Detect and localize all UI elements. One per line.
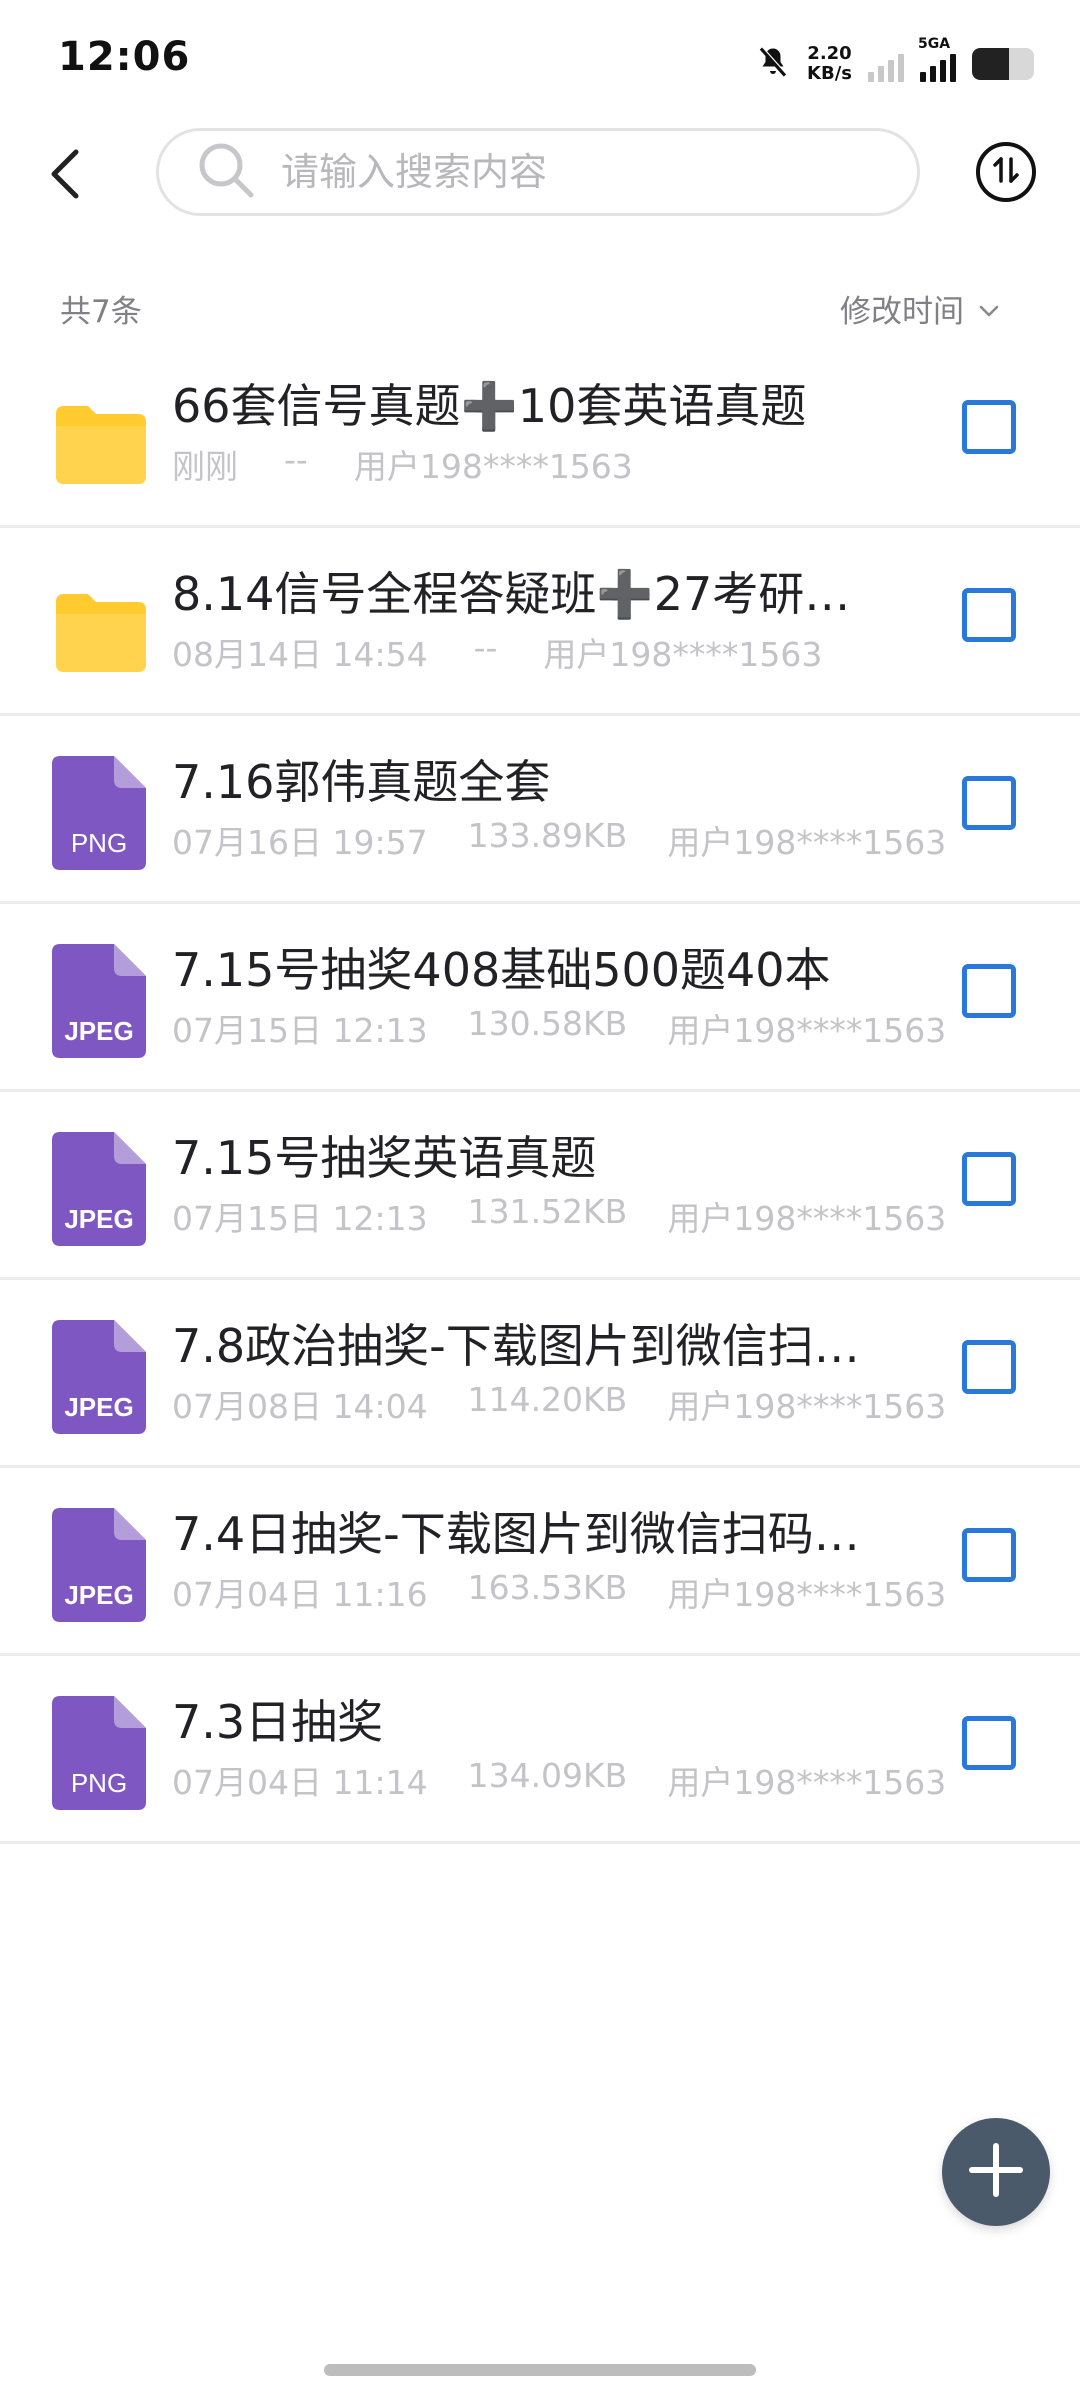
folder-icon — [52, 568, 148, 682]
file-name: 7.8政治抽奖-下载图片到微信扫… — [172, 1319, 860, 1373]
file-meta: 07月04日 11:16 163.53KB 用户198****1563 — [172, 1568, 952, 1616]
file-type-label: JPEG — [64, 1204, 133, 1234]
file-meta: 07月16日 19:57 133.89KB 用户198****1563 — [172, 816, 952, 864]
file-owner: 用户198****1563 — [667, 1011, 947, 1050]
select-checkbox[interactable] — [962, 1528, 1016, 1582]
file-owner: 用户198****1563 — [667, 1763, 947, 1802]
net-speed-unit: KB/s — [807, 63, 852, 84]
file-meta: 07月08日 14:04 114.20KB 用户198****1563 — [172, 1380, 952, 1428]
file-row[interactable]: JPEG 7.4日抽奖-下载图片到微信扫码… 07月04日 11:16 163.… — [0, 1468, 1080, 1656]
search-input[interactable] — [279, 149, 843, 195]
plus-icon — [966, 2140, 1026, 2204]
chevron-left-icon — [44, 146, 88, 206]
add-button[interactable] — [942, 2118, 1050, 2226]
file-owner: 用户198****1563 — [667, 1387, 947, 1426]
chevron-down-icon — [978, 291, 1000, 327]
network-type: 5GA — [918, 36, 951, 52]
file-type-label: PNG — [71, 828, 127, 858]
sort-button[interactable] — [976, 142, 1036, 202]
image-file-icon: JPEG — [52, 1508, 148, 1622]
home-indicator[interactable] — [324, 2364, 756, 2376]
sort-icon — [989, 153, 1023, 191]
file-owner: 用户198****1563 — [667, 1199, 947, 1238]
file-meta: 07月04日 11:14 134.09KB 用户198****1563 — [172, 1756, 952, 1804]
image-file-icon: JPEG — [52, 1320, 148, 1434]
back-button[interactable] — [36, 146, 96, 206]
file-size: -- — [473, 628, 498, 667]
file-date: 07月04日 11:14 — [172, 1763, 428, 1802]
file-row[interactable]: 8.14信号全程答疑班➕27考研… 08月14日 14:54 -- 用户198*… — [0, 528, 1080, 716]
file-type-label: JPEG — [64, 1580, 133, 1610]
file-list: 66套信号真题➕10套英语真题 刚刚 -- 用户198****1563 8.14… — [0, 340, 1080, 1844]
file-row[interactable]: JPEG 7.15号抽奖英语真题 07月15日 12:13 131.52KB 用… — [0, 1092, 1080, 1280]
status-icons: 2.20 KB/s 5GA — [755, 36, 1034, 90]
select-checkbox[interactable] — [962, 1340, 1016, 1394]
select-checkbox[interactable] — [962, 400, 1016, 454]
file-name: 7.16郭伟真题全套 — [172, 755, 551, 809]
select-checkbox[interactable] — [962, 1152, 1016, 1206]
list-meta: 共7条 修改时间 — [0, 278, 1080, 334]
file-meta: 07月15日 12:13 130.58KB 用户198****1563 — [172, 1004, 952, 1052]
folder-icon — [52, 380, 148, 494]
image-file-icon: JPEG — [52, 944, 148, 1058]
select-checkbox[interactable] — [962, 776, 1016, 830]
file-size: 133.89KB — [467, 816, 628, 855]
net-speed: 2.20 KB/s — [807, 44, 852, 84]
file-owner: 用户198****1563 — [667, 823, 947, 862]
file-row[interactable]: PNG 7.16郭伟真题全套 07月16日 19:57 133.89KB 用户1… — [0, 716, 1080, 904]
file-meta: 07月15日 12:13 131.52KB 用户198****1563 — [172, 1192, 952, 1240]
file-date: 08月14日 14:54 — [172, 635, 428, 674]
header — [0, 128, 1080, 224]
file-row[interactable]: 66套信号真题➕10套英语真题 刚刚 -- 用户198****1563 — [0, 340, 1080, 528]
select-checkbox[interactable] — [962, 1716, 1016, 1770]
mute-bell-icon — [755, 44, 791, 84]
signal-1-icon — [868, 46, 904, 82]
file-owner: 用户198****1563 — [667, 1575, 947, 1614]
file-type-label: JPEG — [64, 1016, 133, 1046]
battery-icon — [972, 48, 1034, 80]
file-row[interactable]: JPEG 7.15号抽奖408基础500题40本 07月15日 12:13 13… — [0, 904, 1080, 1092]
status-time: 12:06 — [58, 34, 191, 80]
file-size: 114.20KB — [467, 1380, 628, 1419]
search-icon — [195, 139, 257, 205]
image-file-icon: PNG — [52, 1696, 148, 1810]
image-file-icon: JPEG — [52, 1132, 148, 1246]
file-size: 163.53KB — [467, 1568, 628, 1607]
file-date: 07月15日 12:13 — [172, 1011, 428, 1050]
file-name: 7.15号抽奖英语真题 — [172, 1131, 597, 1185]
select-checkbox[interactable] — [962, 964, 1016, 1018]
file-owner: 用户198****1563 — [353, 447, 633, 486]
file-size: -- — [284, 440, 308, 479]
file-date: 07月16日 19:57 — [172, 823, 428, 862]
file-size: 130.58KB — [467, 1004, 628, 1043]
file-row[interactable]: JPEG 7.8政治抽奖-下载图片到微信扫… 07月08日 14:04 114.… — [0, 1280, 1080, 1468]
file-date: 07月15日 12:13 — [172, 1199, 428, 1238]
file-size: 134.09KB — [467, 1756, 628, 1795]
file-date: 07月04日 11:16 — [172, 1575, 428, 1614]
signal-5g-icon: 5GA — [918, 36, 956, 82]
file-meta: 08月14日 14:54 -- 用户198****1563 — [172, 628, 952, 676]
file-meta: 刚刚 -- 用户198****1563 — [172, 440, 952, 488]
file-name: 7.3日抽奖 — [172, 1695, 384, 1749]
file-owner: 用户198****1563 — [543, 635, 823, 674]
file-name: 7.4日抽奖-下载图片到微信扫码… — [172, 1507, 860, 1561]
search-box[interactable] — [156, 128, 920, 216]
status-bar: 12:06 2.20 KB/s 5GA — [0, 0, 1080, 120]
file-name: 7.15号抽奖408基础500题40本 — [172, 943, 831, 997]
item-count: 共7条 — [60, 294, 142, 330]
file-name: 8.14信号全程答疑班➕27考研… — [172, 567, 851, 621]
file-date: 07月08日 14:04 — [172, 1387, 428, 1426]
image-file-icon: PNG — [52, 756, 148, 870]
file-name: 66套信号真题➕10套英语真题 — [172, 379, 807, 433]
net-speed-value: 2.20 — [807, 43, 852, 64]
file-type-label: PNG — [71, 1768, 127, 1798]
file-type-label: JPEG — [64, 1392, 133, 1422]
file-row[interactable]: PNG 7.3日抽奖 07月04日 11:14 134.09KB 用户198**… — [0, 1656, 1080, 1844]
sort-label: 修改时间 — [840, 294, 964, 330]
sort-dropdown[interactable]: 修改时间 — [840, 286, 1000, 331]
file-date: 刚刚 — [172, 447, 238, 486]
file-size: 131.52KB — [467, 1192, 628, 1231]
select-checkbox[interactable] — [962, 588, 1016, 642]
